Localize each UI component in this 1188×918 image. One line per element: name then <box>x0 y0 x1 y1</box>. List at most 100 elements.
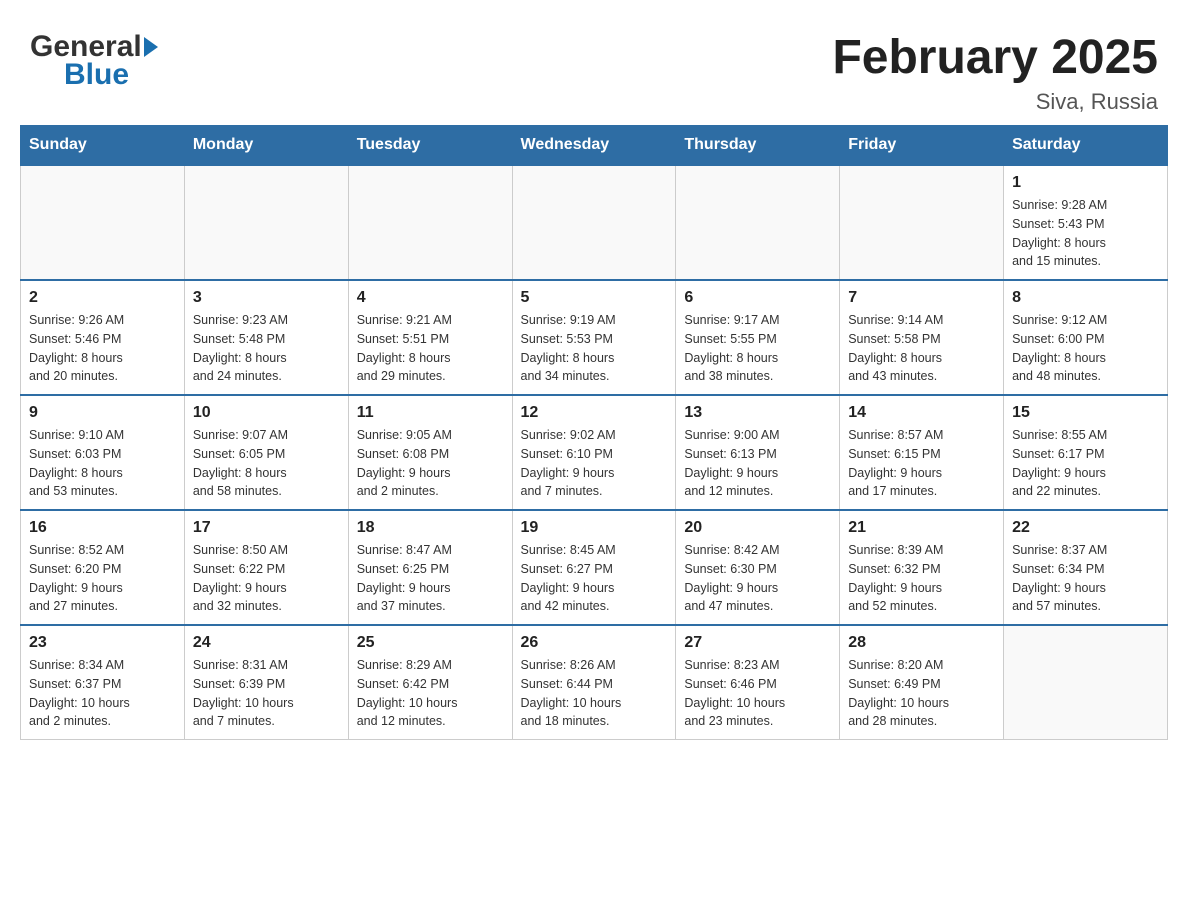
day-info: Sunrise: 9:14 AM Sunset: 5:58 PM Dayligh… <box>848 311 995 386</box>
day-info: Sunrise: 8:37 AM Sunset: 6:34 PM Dayligh… <box>1012 541 1159 616</box>
calendar-cell: 18 Sunrise: 8:47 AM Sunset: 6:25 PM Dayli… <box>348 510 512 625</box>
weekday-header-friday: Friday <box>840 126 1004 166</box>
day-info: Sunrise: 8:47 AM Sunset: 6:25 PM Dayligh… <box>357 541 504 616</box>
day-number: 20 <box>684 519 831 537</box>
day-number: 12 <box>521 404 668 422</box>
day-number: 23 <box>29 634 176 652</box>
calendar-cell: 10 Sunrise: 9:07 AM Sunset: 6:05 PM Dayli… <box>184 395 348 510</box>
day-info: Sunrise: 8:31 AM Sunset: 6:39 PM Dayligh… <box>193 656 340 731</box>
day-number: 2 <box>29 289 176 307</box>
weekday-header-monday: Monday <box>184 126 348 166</box>
day-number: 16 <box>29 519 176 537</box>
calendar-cell <box>184 165 348 280</box>
day-number: 22 <box>1012 519 1159 537</box>
calendar-cell: 26 Sunrise: 8:26 AM Sunset: 6:44 PM Dayli… <box>512 625 676 740</box>
calendar-cell <box>676 165 840 280</box>
calendar-cell <box>1004 625 1168 740</box>
day-info: Sunrise: 8:34 AM Sunset: 6:37 PM Dayligh… <box>29 656 176 731</box>
day-info: Sunrise: 9:17 AM Sunset: 5:55 PM Dayligh… <box>684 311 831 386</box>
calendar-week-1: 1 Sunrise: 9:28 AM Sunset: 5:43 PM Daylig… <box>21 165 1168 280</box>
day-number: 19 <box>521 519 668 537</box>
day-number: 7 <box>848 289 995 307</box>
day-info: Sunrise: 8:39 AM Sunset: 6:32 PM Dayligh… <box>848 541 995 616</box>
calendar-week-3: 9Sunrise: 9:10 AM Sunset: 6:03 PM Daylig… <box>21 395 1168 510</box>
day-number: 27 <box>684 634 831 652</box>
day-info: Sunrise: 8:52 AM Sunset: 6:20 PM Dayligh… <box>29 541 176 616</box>
calendar-cell: 15 Sunrise: 8:55 AM Sunset: 6:17 PM Dayli… <box>1004 395 1168 510</box>
calendar-cell: 13 Sunrise: 9:00 AM Sunset: 6:13 PM Dayli… <box>676 395 840 510</box>
logo-triangle-icon <box>144 37 158 57</box>
day-number: 18 <box>357 519 504 537</box>
calendar-title: February 2025 <box>832 30 1158 85</box>
day-info: Sunrise: 8:29 AM Sunset: 6:42 PM Dayligh… <box>357 656 504 731</box>
calendar-week-4: 16 Sunrise: 8:52 AM Sunset: 6:20 PM Dayli… <box>21 510 1168 625</box>
calendar-cell: 28 Sunrise: 8:20 AM Sunset: 6:49 PM Dayli… <box>840 625 1004 740</box>
day-info: Sunrise: 9:00 AM Sunset: 6:13 PM Dayligh… <box>684 426 831 501</box>
weekday-header-row: SundayMondayTuesdayWednesdayThursdayFrid… <box>21 126 1168 166</box>
day-number: 3 <box>193 289 340 307</box>
weekday-header-thursday: Thursday <box>676 126 840 166</box>
day-info: Sunrise: 9:23 AM Sunset: 5:48 PM Dayligh… <box>193 311 340 386</box>
calendar-cell: 16 Sunrise: 8:52 AM Sunset: 6:20 PM Dayli… <box>21 510 185 625</box>
weekday-header-sunday: Sunday <box>21 126 185 166</box>
calendar-cell: 17Sunrise: 8:50 AM Sunset: 6:22 PM Dayli… <box>184 510 348 625</box>
calendar-subtitle: Siva, Russia <box>832 89 1158 115</box>
day-info: Sunrise: 8:42 AM Sunset: 6:30 PM Dayligh… <box>684 541 831 616</box>
calendar-week-5: 23 Sunrise: 8:34 AM Sunset: 6:37 PM Dayli… <box>21 625 1168 740</box>
day-number: 9 <box>29 404 176 422</box>
day-number: 8 <box>1012 289 1159 307</box>
calendar-cell <box>21 165 185 280</box>
day-number: 24 <box>193 634 340 652</box>
day-info: Sunrise: 9:07 AM Sunset: 6:05 PM Dayligh… <box>193 426 340 501</box>
day-info: Sunrise: 8:50 AM Sunset: 6:22 PM Dayligh… <box>193 541 340 616</box>
calendar-cell: 11Sunrise: 9:05 AM Sunset: 6:08 PM Dayli… <box>348 395 512 510</box>
calendar-cell: 22 Sunrise: 8:37 AM Sunset: 6:34 PM Dayli… <box>1004 510 1168 625</box>
day-info: Sunrise: 8:20 AM Sunset: 6:49 PM Dayligh… <box>848 656 995 731</box>
calendar-cell <box>840 165 1004 280</box>
day-number: 10 <box>193 404 340 422</box>
day-number: 11 <box>357 404 504 422</box>
day-info: Sunrise: 8:55 AM Sunset: 6:17 PM Dayligh… <box>1012 426 1159 501</box>
weekday-header-tuesday: Tuesday <box>348 126 512 166</box>
calendar-cell: 9Sunrise: 9:10 AM Sunset: 6:03 PM Daylig… <box>21 395 185 510</box>
day-info: Sunrise: 9:28 AM Sunset: 5:43 PM Dayligh… <box>1012 196 1159 271</box>
day-info: Sunrise: 9:12 AM Sunset: 6:00 PM Dayligh… <box>1012 311 1159 386</box>
calendar-cell: 23 Sunrise: 8:34 AM Sunset: 6:37 PM Dayli… <box>21 625 185 740</box>
calendar-cell <box>512 165 676 280</box>
calendar-cell: 8 Sunrise: 9:12 AM Sunset: 6:00 PM Daylig… <box>1004 280 1168 395</box>
day-info: Sunrise: 8:57 AM Sunset: 6:15 PM Dayligh… <box>848 426 995 501</box>
day-info: Sunrise: 8:23 AM Sunset: 6:46 PM Dayligh… <box>684 656 831 731</box>
day-number: 13 <box>684 404 831 422</box>
day-number: 4 <box>357 289 504 307</box>
calendar-cell: 24 Sunrise: 8:31 AM Sunset: 6:39 PM Dayli… <box>184 625 348 740</box>
weekday-header-wednesday: Wednesday <box>512 126 676 166</box>
calendar-cell: 19 Sunrise: 8:45 AM Sunset: 6:27 PM Dayli… <box>512 510 676 625</box>
calendar-cell: 21 Sunrise: 8:39 AM Sunset: 6:32 PM Dayli… <box>840 510 1004 625</box>
calendar-cell: 4Sunrise: 9:21 AM Sunset: 5:51 PM Daylig… <box>348 280 512 395</box>
day-info: Sunrise: 9:26 AM Sunset: 5:46 PM Dayligh… <box>29 311 176 386</box>
day-number: 25 <box>357 634 504 652</box>
logo-blue-text: Blue <box>64 58 129 91</box>
calendar-cell: 3 Sunrise: 9:23 AM Sunset: 5:48 PM Daylig… <box>184 280 348 395</box>
day-number: 15 <box>1012 404 1159 422</box>
calendar-cell: 7 Sunrise: 9:14 AM Sunset: 5:58 PM Daylig… <box>840 280 1004 395</box>
page-header: General Blue February 2025 Siva, Russia <box>20 20 1168 115</box>
calendar-cell <box>348 165 512 280</box>
day-info: Sunrise: 8:26 AM Sunset: 6:44 PM Dayligh… <box>521 656 668 731</box>
calendar-table: SundayMondayTuesdayWednesdayThursdayFrid… <box>20 125 1168 740</box>
day-info: Sunrise: 9:02 AM Sunset: 6:10 PM Dayligh… <box>521 426 668 501</box>
calendar-cell: 2 Sunrise: 9:26 AM Sunset: 5:46 PM Daylig… <box>21 280 185 395</box>
calendar-cell: 27 Sunrise: 8:23 AM Sunset: 6:46 PM Dayli… <box>676 625 840 740</box>
calendar-cell: 5Sunrise: 9:19 AM Sunset: 5:53 PM Daylig… <box>512 280 676 395</box>
day-info: Sunrise: 8:45 AM Sunset: 6:27 PM Dayligh… <box>521 541 668 616</box>
calendar-header: SundayMondayTuesdayWednesdayThursdayFrid… <box>21 126 1168 166</box>
day-number: 28 <box>848 634 995 652</box>
day-number: 21 <box>848 519 995 537</box>
day-number: 26 <box>521 634 668 652</box>
day-number: 1 <box>1012 174 1159 192</box>
day-number: 14 <box>848 404 995 422</box>
calendar-cell: 1 Sunrise: 9:28 AM Sunset: 5:43 PM Daylig… <box>1004 165 1168 280</box>
calendar-week-2: 2 Sunrise: 9:26 AM Sunset: 5:46 PM Daylig… <box>21 280 1168 395</box>
calendar-body: 1 Sunrise: 9:28 AM Sunset: 5:43 PM Daylig… <box>21 165 1168 740</box>
calendar-cell: 25 Sunrise: 8:29 AM Sunset: 6:42 PM Dayli… <box>348 625 512 740</box>
